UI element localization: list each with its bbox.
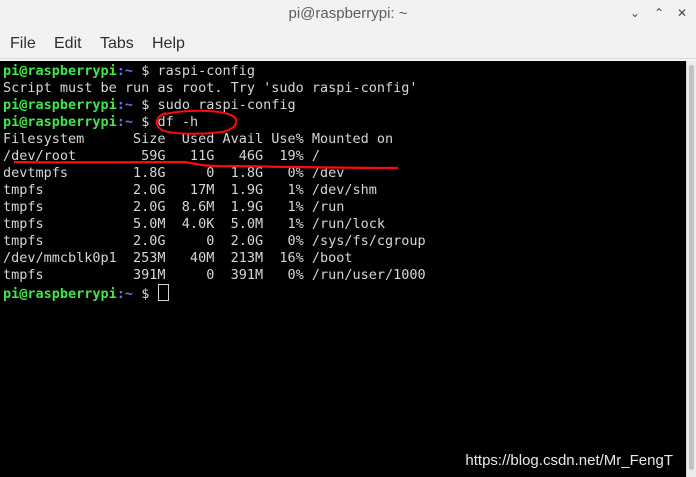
- prompt-path: :~: [116, 97, 142, 113]
- command-text: df -h: [157, 114, 199, 130]
- prompt-path: :~: [116, 114, 142, 130]
- prompt-symbol: $: [141, 97, 158, 113]
- prompt-user: pi@raspberrypi: [3, 63, 117, 79]
- terminal-line-output: Script must be run as root. Try 'sudo ra…: [3, 80, 418, 96]
- minimize-button[interactable]: ⌄: [626, 4, 644, 22]
- df-row: tmpfs 2.0G 8.6M 1.9G 1% /run: [3, 199, 345, 215]
- prompt-user: pi@raspberrypi: [3, 114, 117, 130]
- df-row: tmpfs 2.0G 17M 1.9G 1% /dev/shm: [3, 182, 377, 198]
- prompt-symbol: $: [141, 63, 158, 79]
- vertical-scrollbar[interactable]: [686, 61, 696, 477]
- terminal-line-cmd3: pi@raspberrypi:~ $ df -h: [3, 114, 198, 131]
- df-row: tmpfs 391M 0 391M 0% /run/user/1000: [3, 267, 426, 283]
- df-header: Filesystem Size Used Avail Use% Mounted …: [3, 131, 394, 147]
- terminal-line-cmd1: pi@raspberrypi:~ $ raspi-config: [3, 63, 255, 80]
- close-button[interactable]: ✕: [673, 4, 691, 22]
- prompt-path: :~: [116, 63, 142, 79]
- menu-help[interactable]: Help: [151, 35, 186, 53]
- menu-tabs[interactable]: Tabs: [99, 35, 135, 53]
- terminal-line-prompt: pi@raspberrypi:~ $: [3, 284, 170, 302]
- command-text: sudo raspi-config: [157, 97, 296, 113]
- text-cursor: [158, 284, 170, 301]
- prompt-path: :~: [116, 286, 142, 302]
- window-title: pi@raspberrypi: ~: [288, 5, 408, 22]
- maximize-button[interactable]: ⌃: [650, 4, 668, 22]
- terminal-window: pi@raspberrypi: ~ ⌄ ⌃ ✕ File Edit Tabs H…: [0, 0, 696, 477]
- menu-bar: File Edit Tabs Help: [0, 32, 696, 59]
- menu-file[interactable]: File: [9, 35, 37, 53]
- df-row: devtmpfs 1.8G 0 1.8G 0% /dev: [3, 165, 345, 181]
- menu-edit[interactable]: Edit: [53, 35, 83, 53]
- scrollbar-thumb[interactable]: [689, 65, 694, 470]
- prompt-symbol: $: [141, 114, 158, 130]
- prompt-user: pi@raspberrypi: [3, 97, 117, 113]
- terminal-line-cmd2: pi@raspberrypi:~ $ sudo raspi-config: [3, 97, 296, 114]
- prompt-user: pi@raspberrypi: [3, 286, 117, 302]
- title-bar[interactable]: pi@raspberrypi: ~ ⌄ ⌃ ✕: [0, 0, 696, 30]
- df-row: tmpfs 5.0M 4.0K 5.0M 1% /run/lock: [3, 216, 386, 232]
- df-row: tmpfs 2.0G 0 2.0G 0% /sys/fs/cgroup: [3, 233, 426, 249]
- watermark: https://blog.csdn.net/Mr_FengT: [465, 452, 673, 469]
- df-row: /dev/mmcblk0p1 253M 40M 213M 16% /boot: [3, 250, 353, 266]
- command-text: raspi-config: [157, 63, 255, 79]
- df-row: /dev/root 59G 11G 46G 19% /: [3, 148, 320, 164]
- terminal-output[interactable]: pi@raspberrypi:~ $ raspi-config Script m…: [0, 61, 686, 477]
- prompt-symbol: $: [141, 286, 158, 302]
